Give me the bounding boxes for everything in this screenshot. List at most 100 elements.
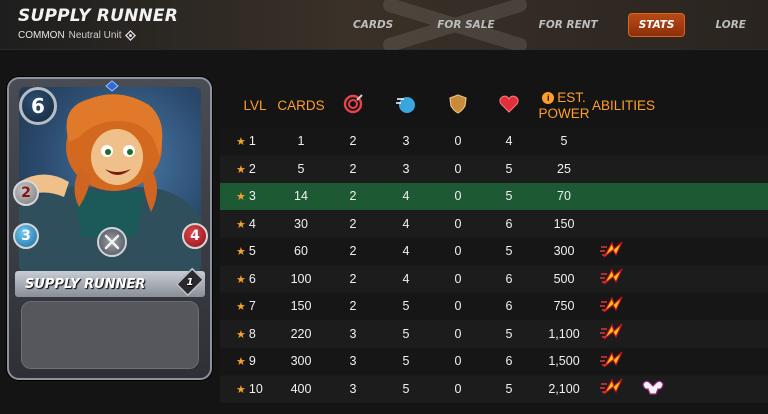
attack-cell: 2 xyxy=(349,216,357,231)
swiftness-icon[interactable] xyxy=(600,376,626,401)
tab-lore[interactable]: LORE xyxy=(705,14,756,36)
stats-row[interactable]: ★ 3 14 2 4 0 5 70 xyxy=(220,183,768,211)
level-star-icon: ★ xyxy=(236,218,246,231)
stats-row[interactable]: ★ 8 220 3 5 0 5 1,100 xyxy=(220,320,768,348)
monster-card[interactable]: 6 2 3 4 SUPPLY RUNNER 1 xyxy=(7,77,212,380)
stats-row[interactable]: ★ 4 30 2 4 0 6 150 xyxy=(220,210,768,238)
stats-table-body: ★ 1 1 2 3 0 4 5 ★ 2 5 2 3 0 5 25 ★ 3 14 2 4 0 5 70 ★ 4 30 2 4 0 6 150 ★ 5… xyxy=(220,128,768,403)
est-power-cell: 1,100 xyxy=(548,326,580,341)
level-cell: ★ 5 xyxy=(220,244,274,258)
level-star-icon: ★ xyxy=(236,273,246,286)
health-badge: 4 xyxy=(182,223,208,249)
card-text-box xyxy=(21,301,199,369)
stats-row[interactable]: ★ 5 60 2 4 0 5 300 xyxy=(220,238,768,266)
speed-cell: 5 xyxy=(402,299,410,314)
abilities-cell xyxy=(592,266,768,291)
info-icon[interactable]: i xyxy=(542,92,555,104)
est-power-cell: 2,100 xyxy=(548,381,580,396)
card-subtitle: COMMON Neutral Unit xyxy=(18,30,137,41)
stats-row[interactable]: ★ 10 400 3 5 0 5 2,100 xyxy=(220,375,768,403)
stats-row[interactable]: ★ 6 100 2 4 0 6 500 xyxy=(220,265,768,293)
est-power-cell: 150 xyxy=(553,216,575,231)
est-power-cell: 5 xyxy=(560,134,568,149)
level-cell: ★ 2 xyxy=(220,162,274,176)
swiftness-icon[interactable] xyxy=(600,266,626,291)
neutral-splinter-icon xyxy=(125,30,137,41)
col-header-abilities: ABILITIES xyxy=(592,98,768,114)
page-header: SUPPLY RUNNER COMMON Neutral Unit CARDS … xyxy=(0,0,768,50)
stats-row[interactable]: ★ 2 5 2 3 0 5 25 xyxy=(220,155,768,183)
neutral-element-icon xyxy=(105,80,119,92)
speed-icon xyxy=(396,97,415,113)
health-cell: 5 xyxy=(505,326,513,341)
level-cell: ★ 4 xyxy=(220,217,274,231)
armor-cell: 0 xyxy=(454,326,462,341)
rarity-label: COMMON xyxy=(18,30,65,41)
stats-table: LVL CARDS i EST. POWER ABILITIES ★ 1 1 2… xyxy=(220,84,768,403)
speed-cell: 4 xyxy=(402,216,410,231)
card-level-badge: 1 xyxy=(175,267,205,297)
level-value: 8 xyxy=(248,326,256,341)
strengthen-icon[interactable] xyxy=(640,376,666,401)
stats-table-header: LVL CARDS i EST. POWER ABILITIES xyxy=(220,84,768,128)
level-star-icon: ★ xyxy=(236,191,246,204)
tab-for-rent[interactable]: FOR RENT xyxy=(529,14,608,36)
armor-cell: 0 xyxy=(454,354,462,369)
card-title: SUPPLY RUNNER xyxy=(18,6,179,26)
power-header-line2: POWER xyxy=(538,106,590,121)
tab-stats[interactable]: STATS xyxy=(627,13,686,37)
attack-cell: 3 xyxy=(349,354,357,369)
health-cell: 5 xyxy=(505,189,513,204)
tab-for-sale[interactable]: FOR SALE xyxy=(427,14,504,36)
level-star-icon: ★ xyxy=(236,163,246,176)
speed-cell: 3 xyxy=(402,161,410,176)
swiftness-icon[interactable] xyxy=(600,321,626,346)
col-header-health xyxy=(482,93,536,119)
cards-cell: 300 xyxy=(290,354,312,369)
stats-row[interactable]: ★ 7 150 2 5 0 6 750 xyxy=(220,293,768,321)
abilities-cell xyxy=(592,349,768,374)
health-heart-icon xyxy=(499,95,519,113)
tab-cards[interactable]: CARDS xyxy=(343,14,403,36)
level-cell: ★ 3 xyxy=(220,189,274,203)
speed-cell: 3 xyxy=(402,134,410,149)
attack-cell: 2 xyxy=(349,299,357,314)
attack-cell: 2 xyxy=(349,134,357,149)
level-value: 7 xyxy=(248,299,256,314)
health-cell: 5 xyxy=(505,381,513,396)
armor-icon xyxy=(449,94,467,114)
level-star-icon: ★ xyxy=(236,136,246,149)
armor-cell: 0 xyxy=(454,271,462,286)
card-ability-slot xyxy=(97,227,127,257)
abilities-header-label: ABILITIES xyxy=(592,98,656,113)
health-cell: 5 xyxy=(505,161,513,176)
col-header-armor xyxy=(434,93,482,119)
armor-cell: 0 xyxy=(454,189,462,204)
stats-row[interactable]: ★ 9 300 3 5 0 6 1,500 xyxy=(220,348,768,376)
level-value: 5 xyxy=(248,244,256,259)
cards-cell: 1 xyxy=(297,134,305,149)
level-cell: ★ 1 xyxy=(220,134,274,148)
swiftness-icon[interactable] xyxy=(600,294,626,319)
card-level-value: 1 xyxy=(186,276,194,288)
col-header-attack xyxy=(328,93,378,119)
cards-cell: 60 xyxy=(294,244,308,259)
col-header-speed xyxy=(378,93,434,119)
attack-cell: 3 xyxy=(349,381,357,396)
cards-cell: 5 xyxy=(297,161,305,176)
crossed-swords-icon xyxy=(104,234,120,250)
card-name: SUPPLY RUNNER xyxy=(25,276,146,292)
attack-cell: 2 xyxy=(349,244,357,259)
swiftness-icon[interactable] xyxy=(600,349,626,374)
level-cell: ★ 9 xyxy=(220,354,274,368)
health-cell: 6 xyxy=(505,354,513,369)
stats-row[interactable]: ★ 1 1 2 3 0 4 5 xyxy=(220,128,768,156)
melee-attack-badge: 2 xyxy=(13,180,39,206)
swiftness-icon[interactable] xyxy=(600,239,626,264)
health-cell: 5 xyxy=(505,244,513,259)
level-cell: ★ 8 xyxy=(220,327,274,341)
health-cell: 6 xyxy=(505,271,513,286)
attack-cell: 2 xyxy=(349,271,357,286)
level-cell: ★ 7 xyxy=(220,299,274,313)
level-cell: ★ 6 xyxy=(220,272,274,286)
